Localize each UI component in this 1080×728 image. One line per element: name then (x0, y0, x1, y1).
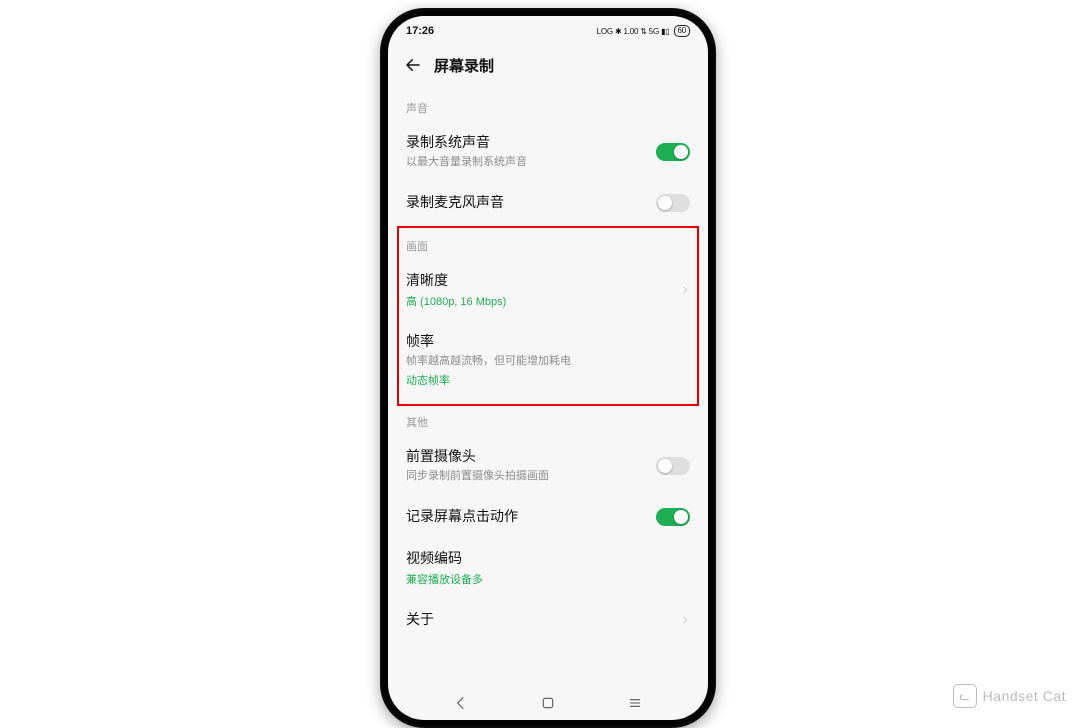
row-value: 兼容播放设备多 (406, 571, 690, 587)
toggle-record-mic-sound[interactable] (656, 194, 690, 212)
row-title: 前置摄像头 (406, 446, 690, 466)
row-video-codec[interactable]: 视频编码 兼容播放设备多 (388, 538, 708, 599)
chevron-right-icon (680, 613, 690, 627)
screen: 17:26 LOG ✱ 1.00 ⇅ 5G ▮▯ 60 屏幕录制 声音 录制系统… (388, 16, 708, 720)
row-front-camera[interactable]: 前置摄像头 同步录制前置摄像头拍摄画面 (388, 436, 708, 496)
cat-logo-icon: ᓚ (953, 684, 977, 708)
status-time: 17:26 (406, 25, 434, 37)
section-label-picture: 画面 (388, 224, 708, 260)
row-value: 动态帧率 (406, 372, 690, 388)
row-title: 清晰度 (406, 270, 690, 290)
row-title: 关于 (406, 609, 690, 629)
row-record-mic-sound[interactable]: 录制麦克风声音 (388, 182, 708, 224)
row-fps[interactable]: 帧率 帧率越高越流畅，但可能增加耗电 动态帧率 (388, 321, 708, 400)
row-value: 高 (1080p, 16 Mbps) (406, 293, 690, 309)
status-right: LOG ✱ 1.00 ⇅ 5G ▮▯ 60 (597, 25, 690, 37)
nav-home-icon[interactable] (540, 695, 556, 711)
row-about[interactable]: 关于 (388, 599, 708, 641)
status-bar: 17:26 LOG ✱ 1.00 ⇅ 5G ▮▯ 60 (388, 16, 708, 46)
watermark: ᓚ Handset Cat (953, 684, 1066, 708)
row-title: 帧率 (406, 331, 690, 351)
row-sub: 帧率越高越流畅，但可能增加耗电 (406, 354, 690, 369)
toggle-front-camera[interactable] (656, 457, 690, 475)
header: 屏幕录制 (388, 46, 708, 86)
row-title: 记录屏幕点击动作 (406, 506, 690, 526)
row-resolution[interactable]: 清晰度 高 (1080p, 16 Mbps) (388, 260, 708, 321)
row-title: 视频编码 (406, 548, 690, 568)
phone-frame: 17:26 LOG ✱ 1.00 ⇅ 5G ▮▯ 60 屏幕录制 声音 录制系统… (380, 8, 716, 728)
row-sub: 同步录制前置摄像头拍摄画面 (406, 469, 690, 484)
section-label-sound: 声音 (388, 86, 708, 122)
nav-bar (388, 686, 708, 720)
battery-icon: 60 (674, 25, 691, 37)
page-title: 屏幕录制 (434, 55, 494, 76)
chevron-right-icon (680, 283, 690, 297)
toggle-record-system-sound[interactable] (656, 143, 690, 161)
row-record-system-sound[interactable]: 录制系统声音 以最大音量录制系统声音 (388, 122, 708, 182)
section-label-other: 其他 (388, 400, 708, 436)
nav-back-icon[interactable] (453, 695, 469, 711)
back-icon[interactable] (402, 54, 424, 76)
row-title: 录制麦克风声音 (406, 192, 690, 212)
row-sub: 以最大音量录制系统声音 (406, 155, 690, 170)
row-record-touches[interactable]: 记录屏幕点击动作 (388, 496, 708, 538)
nav-recents-icon[interactable] (627, 695, 643, 711)
toggle-record-touches[interactable] (656, 508, 690, 526)
row-title: 录制系统声音 (406, 132, 690, 152)
